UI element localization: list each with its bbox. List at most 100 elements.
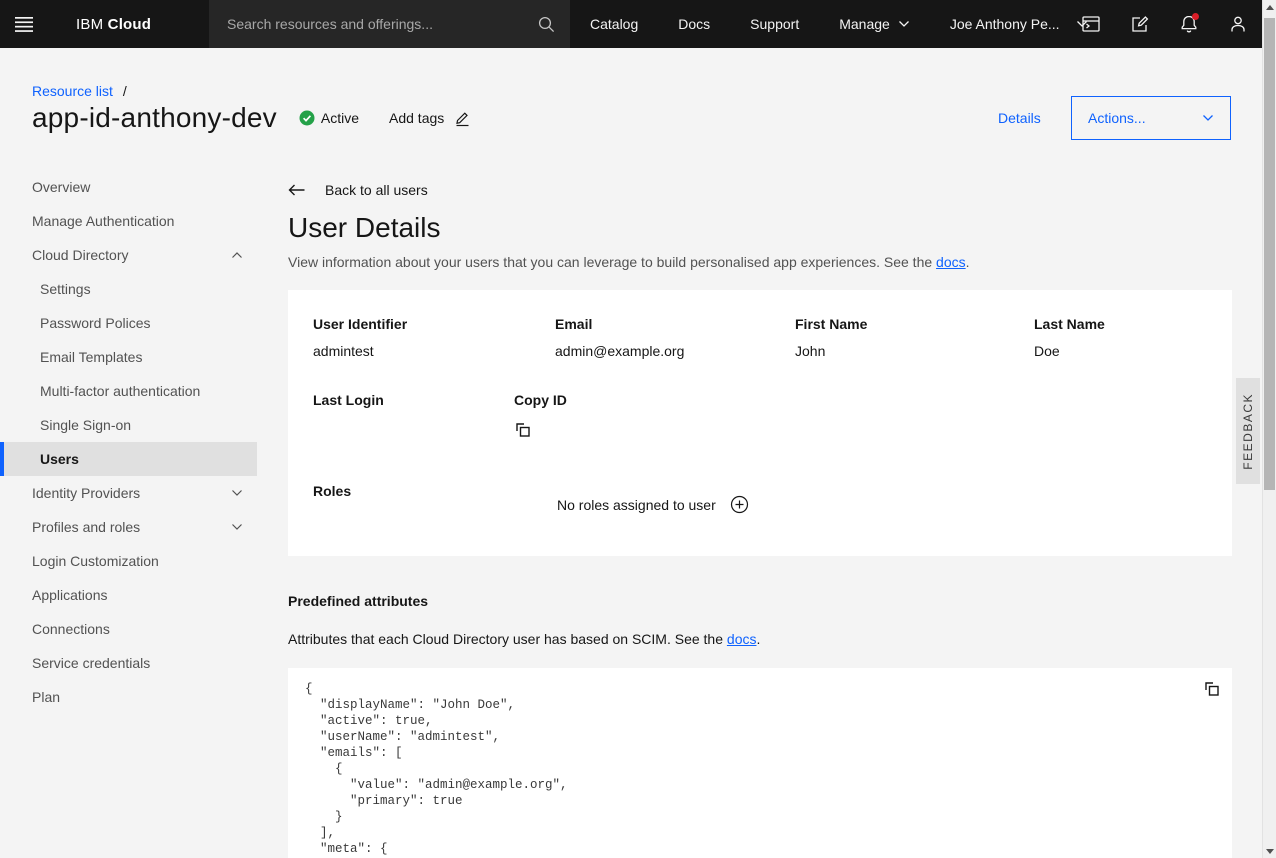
breadcrumb: Resource list /	[32, 83, 127, 99]
back-to-all-users-link[interactable]: Back to all users	[288, 180, 1232, 200]
checkmark-filled-icon	[299, 110, 315, 126]
profile-button[interactable]	[1213, 0, 1262, 48]
sidebar-item-label: Settings	[40, 281, 91, 297]
edit-pencil-icon	[454, 110, 471, 127]
copy-id-label: Copy ID	[514, 391, 567, 409]
web-terminal-icon	[1082, 16, 1100, 32]
sidebar-item-applications[interactable]: Applications	[0, 578, 257, 612]
sidebar-item-label: Manage Authentication	[32, 213, 174, 229]
feedback-tab[interactable]: FEEDBACK	[1236, 378, 1260, 484]
nav-link-catalog[interactable]: Catalog	[570, 0, 658, 48]
breadcrumb-separator: /	[123, 83, 127, 99]
field-value: John	[795, 343, 1034, 359]
sidebar-item-label: Applications	[32, 587, 108, 603]
nav-link-support[interactable]: Support	[730, 0, 819, 48]
notifications-button[interactable]	[1164, 0, 1213, 48]
web-terminal-button[interactable]	[1066, 0, 1115, 48]
navbar-links: Catalog Docs Support Manage Joe Anthony …	[570, 0, 1108, 48]
predefined-attributes-title: Predefined attributes	[288, 593, 1232, 609]
navbar-icon-buttons	[1066, 0, 1262, 48]
actions-dropdown-button[interactable]: Actions...	[1071, 96, 1231, 140]
triangle-up-icon	[1266, 5, 1274, 10]
sidebar-item-cloud-directory[interactable]: Cloud Directory	[0, 238, 257, 272]
sidebar-item-settings[interactable]: Settings	[0, 272, 257, 306]
field-label: Email	[555, 315, 795, 333]
nav-menu-manage[interactable]: Manage	[819, 0, 930, 48]
sidebar-item-multi-factor-authentication[interactable]: Multi-factor authentication	[0, 374, 257, 408]
sidebar-item-password-polices[interactable]: Password Polices	[0, 306, 257, 340]
user-details-title: User Details	[288, 213, 1232, 243]
description-period: .	[966, 254, 970, 270]
user-avatar-icon	[1229, 15, 1247, 33]
hamburger-menu-button[interactable]	[0, 0, 48, 48]
chevron-up-icon	[231, 251, 243, 259]
field-email: Email admin@example.org	[555, 315, 795, 359]
description-text: Attributes that each Cloud Directory use…	[288, 631, 723, 647]
sidebar-item-login-customization[interactable]: Login Customization	[0, 544, 257, 578]
roles-label: Roles	[313, 482, 557, 514]
sidebar-item-label: Cloud Directory	[32, 247, 128, 263]
breadcrumb-resource-list-link[interactable]: Resource list	[32, 83, 113, 99]
sidebar-item-plan[interactable]: Plan	[0, 680, 257, 714]
field-first-name: First Name John	[795, 315, 1034, 359]
account-name-label: Joe Anthony Pe...	[950, 16, 1060, 32]
user-fields-grid: User Identifier admintest Email admin@ex…	[313, 315, 1207, 359]
sidebar-item-label: Overview	[32, 179, 90, 195]
sidebar-item-users[interactable]: Users	[0, 442, 257, 476]
roles-content: No roles assigned to user	[557, 495, 749, 514]
scrollbar-thumb[interactable]	[1264, 18, 1275, 490]
sidebar-item-profiles-and-roles[interactable]: Profiles and roles	[0, 510, 257, 544]
copy-code-button[interactable]	[1203, 680, 1221, 698]
docs-link[interactable]: docs	[936, 254, 966, 270]
service-sidebar: Overview Manage Authentication Cloud Dir…	[0, 170, 257, 714]
ibm-cloud-logo[interactable]: IBM Cloud	[76, 16, 151, 33]
details-link[interactable]: Details	[998, 110, 1041, 126]
copy-icon	[514, 421, 532, 439]
user-details-card: User Identifier admintest Email admin@ex…	[288, 290, 1232, 556]
scim-json-code: { "displayName": "John Doe", "active": t…	[305, 681, 1215, 857]
sidebar-item-identity-providers[interactable]: Identity Providers	[0, 476, 257, 510]
brand-prefix: IBM	[76, 16, 103, 33]
feedback-tab-label: FEEDBACK	[1241, 393, 1255, 470]
sidebar-item-single-sign-on[interactable]: Single Sign-on	[0, 408, 257, 442]
add-role-button[interactable]	[730, 495, 749, 514]
field-user-identifier: User Identifier admintest	[313, 315, 555, 359]
status-badge-label: Active	[321, 110, 359, 126]
sidebar-item-manage-authentication[interactable]: Manage Authentication	[0, 204, 257, 238]
sidebar-item-label: Connections	[32, 621, 110, 637]
sidebar-item-overview[interactable]: Overview	[0, 170, 257, 204]
sidebar-item-connections[interactable]: Connections	[0, 612, 257, 646]
sidebar-item-label: Multi-factor authentication	[40, 383, 200, 399]
edit-icon	[1131, 15, 1149, 33]
field-value: admin@example.org	[555, 343, 795, 359]
top-navbar: IBM Cloud Catalog Docs Support Manage	[0, 0, 1262, 48]
chevron-down-icon	[231, 523, 243, 531]
back-link-label: Back to all users	[325, 182, 428, 198]
field-value: admintest	[313, 343, 555, 359]
nav-link-docs[interactable]: Docs	[658, 0, 730, 48]
doc-feedback-button[interactable]	[1115, 0, 1164, 48]
nav-link-label: Support	[750, 16, 799, 32]
search-button[interactable]	[522, 0, 570, 48]
roles-row: Roles No roles assigned to user	[313, 482, 1207, 514]
copy-icon	[1203, 680, 1221, 698]
scrollbar-down-arrow[interactable]	[1263, 844, 1276, 858]
sidebar-item-service-credentials[interactable]: Service credentials	[0, 646, 257, 680]
chevron-down-icon	[1202, 114, 1214, 122]
sidebar-item-email-templates[interactable]: Email Templates	[0, 340, 257, 374]
copy-id-button[interactable]	[514, 421, 532, 439]
status-badge: Active	[299, 110, 359, 126]
global-search	[209, 0, 570, 48]
page-scrollbar[interactable]	[1262, 0, 1276, 858]
add-tags-button[interactable]: Add tags	[389, 110, 471, 127]
search-input[interactable]	[209, 0, 522, 48]
scim-attributes-code-block: { "displayName": "John Doe", "active": t…	[288, 668, 1232, 858]
triangle-down-icon	[1266, 849, 1274, 854]
user-meta-row: Last Login Copy ID	[313, 391, 1207, 439]
docs-link[interactable]: docs	[727, 631, 757, 647]
scrollbar-up-arrow[interactable]	[1263, 0, 1276, 14]
menu-icon	[15, 17, 33, 32]
sidebar-item-label: Identity Providers	[32, 485, 140, 501]
sidebar-item-label: Service credentials	[32, 655, 150, 671]
field-label: Last Name	[1034, 315, 1207, 333]
